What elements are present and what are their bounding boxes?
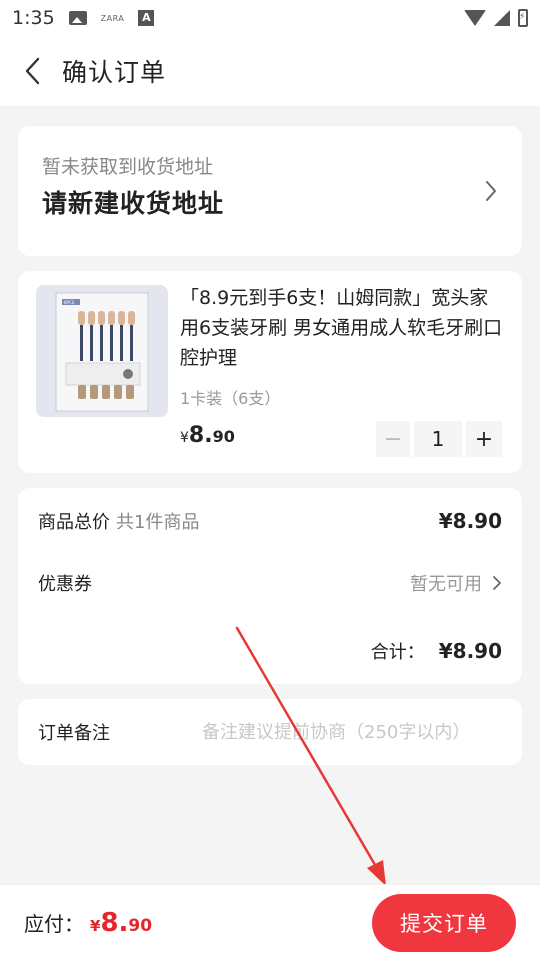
- product-spec: 1卡装（6支）: [180, 389, 281, 408]
- pay-label: 应付：: [24, 912, 84, 936]
- coupon-label: 优惠券: [38, 574, 92, 595]
- decrease-button[interactable]: −: [376, 421, 410, 457]
- app-header: 确认订单: [0, 36, 540, 106]
- cellular-icon: [494, 10, 510, 26]
- item-count: 共1件商品: [116, 512, 200, 533]
- status-time: 1:35: [12, 7, 55, 29]
- remark-input[interactable]: [202, 721, 502, 743]
- battery-charging-icon: [518, 9, 528, 27]
- pay-currency: ¥: [90, 916, 101, 935]
- product-thumbnail[interactable]: 6PCS: [36, 285, 168, 417]
- page-title: 确认订单: [62, 58, 167, 87]
- increase-button[interactable]: +: [466, 421, 502, 457]
- pay-amount: ¥8.90: [90, 908, 152, 938]
- toothbrush-pack-image: 6PCS: [36, 285, 168, 417]
- remark-label: 订单备注: [38, 723, 110, 744]
- total-label: 合计：: [370, 642, 425, 663]
- chevron-right-icon: [486, 181, 496, 201]
- quantity-value[interactable]: 1: [414, 421, 462, 457]
- wifi-icon: [464, 10, 486, 26]
- total-row: 合计： ¥8.90: [38, 636, 502, 666]
- chevron-left-icon: [25, 57, 40, 85]
- new-address-label: 请新建收货地址: [42, 189, 225, 218]
- price-currency: ¥: [180, 430, 189, 446]
- product-title[interactable]: 「8.9元到手6支！山姆同款」宽头家用6支装牙刷 男女通用成人软毛牙刷口腔护理: [180, 283, 505, 373]
- price-summary-card: 商品总价 共1件商品 ¥8.90 优惠券 暂无可用 合计： ¥8.90: [18, 488, 522, 684]
- price-decimal: 90: [212, 427, 235, 446]
- total-amount: ¥8.90: [438, 639, 502, 663]
- price-integer: 8.: [188, 423, 213, 448]
- image-icon: [68, 11, 87, 25]
- chevron-right-icon: [493, 576, 501, 590]
- subtotal-amount: ¥8.90: [438, 509, 502, 533]
- quantity-stepper: − 1 +: [376, 421, 502, 457]
- coupon-row[interactable]: 优惠券 暂无可用: [38, 568, 502, 598]
- pay-decimal: 90: [128, 915, 153, 936]
- pack-label: 6PCS: [64, 300, 75, 305]
- zara-icon: ZARA: [100, 13, 125, 23]
- address-hint: 暂未获取到收货地址: [42, 156, 214, 178]
- product-card: 6PCS 「8.9元到手6支！山姆同款」宽头家用6支装牙刷 男女通用成人软毛牙刷…: [18, 271, 522, 473]
- coupon-value: 暂无可用: [410, 574, 482, 595]
- subtotal-label: 商品总价: [38, 512, 110, 533]
- address-card[interactable]: 暂未获取到收货地址 请新建收货地址: [18, 126, 522, 256]
- pay-integer: 8.: [100, 907, 129, 938]
- subtotal-row: 商品总价 共1件商品 ¥8.90: [38, 506, 502, 536]
- status-bar: 1:35 ZARA A: [0, 0, 540, 36]
- product-price: ¥8.90: [180, 423, 235, 448]
- order-remark-card: 订单备注: [18, 699, 522, 765]
- submit-order-button[interactable]: 提交订单: [372, 893, 516, 952]
- back-button[interactable]: [8, 36, 58, 106]
- bottom-bar: 应付： ¥8.90 提交订单: [0, 884, 540, 960]
- a-icon: A: [138, 10, 155, 26]
